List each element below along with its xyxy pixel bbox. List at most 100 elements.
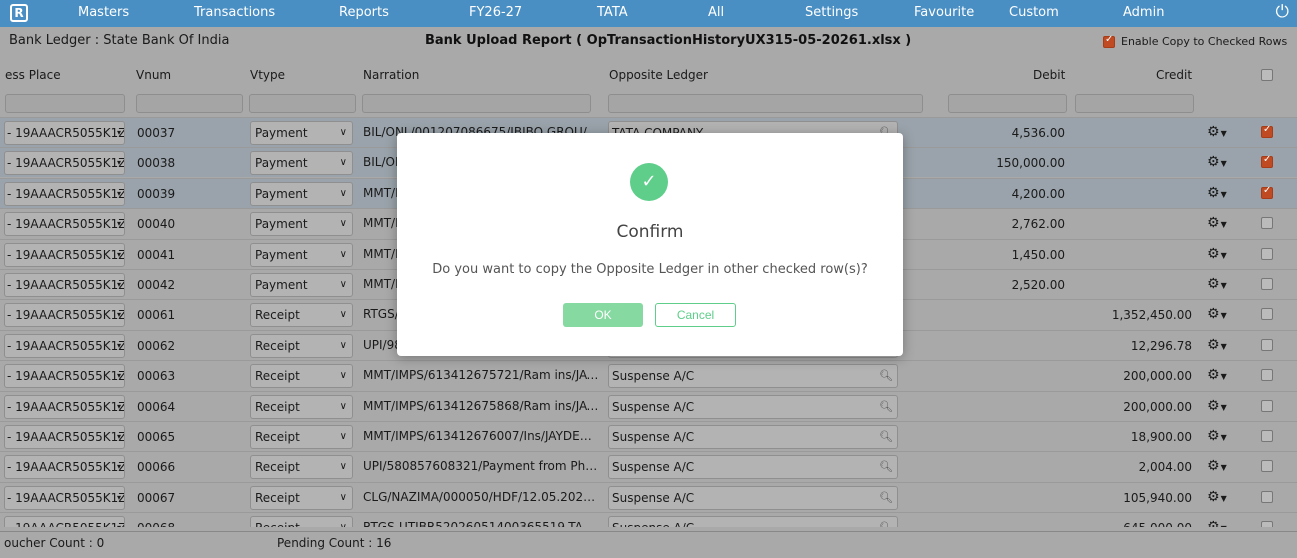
opposite-ledger-field[interactable]: Suspense A/C 🔍︎ (608, 425, 898, 449)
table-row[interactable]: - 19AAACR5055K1Z ▾ 00067 Receipt ∨ CLG/NAZIMA… (0, 481, 1297, 512)
nav-company[interactable]: TATA (597, 5, 628, 20)
nav-favourite[interactable]: Favourite (914, 5, 974, 20)
vtype-select[interactable]: Receipt ∨ (250, 333, 353, 358)
business-place-field[interactable]: - 19AAACR5055K1Z▾ (4, 303, 125, 328)
row-checkbox[interactable] (1261, 308, 1273, 321)
filter-business-place[interactable] (5, 94, 125, 113)
filter-vtype[interactable] (249, 94, 356, 113)
row-checkbox[interactable] (1261, 369, 1273, 382)
gear-icon[interactable]: ⚙▼ (1207, 246, 1227, 262)
enable-copy-checkbox[interactable] (1103, 34, 1115, 48)
business-place-field[interactable]: - 19AAACR5055K1Z▾ (4, 425, 125, 449)
opposite-ledger-field[interactable]: Suspense A/C 🔍︎ (608, 485, 898, 510)
gear-icon[interactable]: ⚙▼ (1207, 367, 1227, 383)
business-place-field[interactable]: - 19AAACR5055K1Z▾ (4, 455, 125, 480)
business-place-field[interactable]: - 19AAACR5055K1Z▾ (4, 273, 125, 297)
opposite-ledger-field[interactable]: Suspense A/C 🔍︎ (608, 394, 898, 419)
gear-icon[interactable]: ⚙▼ (1207, 489, 1227, 505)
enable-copy-toggle[interactable]: Enable Copy to Checked Rows (1103, 34, 1287, 48)
nav-reports[interactable]: Reports (339, 5, 389, 20)
nav-all[interactable]: All (708, 5, 724, 20)
row-checkbox[interactable] (1261, 399, 1273, 412)
filter-debit[interactable] (948, 94, 1067, 113)
nav-fy[interactable]: FY26-27 (469, 5, 522, 20)
row-checkbox[interactable] (1261, 124, 1273, 138)
business-place-field[interactable]: - 19AAACR5055K1Z▾ (4, 121, 125, 145)
vtype-select[interactable]: Receipt ∨ (250, 303, 353, 328)
gear-icon[interactable]: ⚙▼ (1207, 185, 1227, 201)
vtype-select[interactable]: Receipt ∨ (250, 455, 353, 480)
vtype-select[interactable]: Receipt ∨ (250, 485, 353, 510)
nav-custom[interactable]: Custom (1009, 5, 1059, 20)
nav-transactions[interactable]: Transactions (194, 5, 275, 20)
filter-narration[interactable] (362, 94, 591, 113)
vtype-select[interactable]: Payment ∨ (250, 212, 353, 237)
row-checkbox[interactable] (1261, 217, 1273, 230)
row-checkbox[interactable] (1261, 430, 1273, 442)
gear-icon[interactable]: ⚙▼ (1207, 337, 1227, 353)
table-row[interactable]: - 19AAACR5055K1Z ▾ 00066 Receipt ∨ UPI/580857… (0, 451, 1297, 482)
opposite-ledger-field[interactable]: Suspense A/C 🔍︎ (608, 364, 898, 389)
opposite-ledger-field[interactable]: Suspense A/C 🔍︎ (608, 455, 898, 480)
gear-icon[interactable]: ⚙▼ (1207, 428, 1227, 444)
vtype-select[interactable]: Receipt ∨ (250, 394, 353, 419)
business-place-field[interactable]: - 19AAACR5055K1Z▾ (4, 242, 125, 267)
business-place-field[interactable]: - 19AAACR5055K1Z▾ (4, 364, 125, 389)
search-icon[interactable]: 🔍︎ (879, 456, 893, 478)
cancel-button[interactable]: Cancel (655, 303, 736, 327)
nav-admin[interactable]: Admin (1123, 5, 1164, 20)
row-checkbox[interactable] (1261, 154, 1273, 169)
vtype-select[interactable]: Payment ∨ (250, 121, 353, 145)
business-place-field[interactable]: - 19AAACR5055K1Z▾ (4, 394, 125, 419)
gear-icon[interactable]: ⚙▼ (1207, 215, 1227, 231)
ok-button[interactable]: OK (563, 303, 643, 327)
row-checkbox[interactable] (1261, 185, 1273, 199)
power-icon[interactable]: ⏻ (1276, 2, 1289, 22)
business-place-field[interactable]: - 19AAACR5055K1Z▾ (4, 181, 125, 206)
table-row[interactable]: - 19AAACR5055K1Z ▾ 00063 Receipt ∨ MMT/IMPS/6… (0, 360, 1297, 391)
business-place-field[interactable]: - 19AAACR5055K1Z▾ (4, 151, 125, 176)
search-icon[interactable]: 🔍︎ (879, 396, 893, 418)
business-place-field[interactable]: - 19AAACR5055K1Z▾ (4, 333, 125, 358)
row-checkbox[interactable] (1261, 490, 1273, 503)
vtype-select[interactable]: Receipt ∨ (250, 516, 353, 527)
gear-icon[interactable]: ⚙▼ (1207, 458, 1227, 474)
row-checkbox[interactable] (1261, 247, 1273, 260)
row-checkbox[interactable] (1261, 460, 1273, 473)
vtype-select[interactable]: Payment ∨ (250, 151, 353, 176)
opposite-ledger-field[interactable]: Suspense A/C 🔍︎ (608, 516, 898, 527)
table-row[interactable]: - 19AAACR5055K1Z ▾ 00064 Receipt ∨ MMT/IMPS/6… (0, 390, 1297, 421)
select-all-checkbox[interactable] (1261, 69, 1273, 81)
gear-icon[interactable]: ⚙▼ (1207, 306, 1227, 322)
table-row[interactable]: - 19AAACR5055K1Z ▾ 00065 Receipt ∨ MMT/IMPS/6… (0, 421, 1297, 451)
business-place-field[interactable]: - 19AAACR5055K1Z▾ (4, 212, 125, 237)
vtype-value: Payment (255, 247, 308, 262)
filter-vnum[interactable] (136, 94, 243, 113)
row-checkbox[interactable] (1261, 521, 1273, 527)
nav-settings[interactable]: Settings (805, 5, 858, 20)
row-checkbox[interactable] (1261, 278, 1273, 290)
search-icon[interactable]: 🔍︎ (879, 426, 893, 448)
vnum-cell: 00061 (137, 308, 176, 323)
vtype-select[interactable]: Payment ∨ (250, 181, 353, 206)
vtype-select[interactable]: Payment ∨ (250, 242, 353, 267)
filter-credit[interactable] (1075, 94, 1194, 113)
app-logo[interactable]: R (10, 4, 28, 22)
search-icon[interactable]: 🔍︎ (879, 517, 893, 527)
search-icon[interactable]: 🔍︎ (879, 365, 893, 387)
gear-icon[interactable]: ⚙▼ (1207, 124, 1227, 140)
search-icon[interactable]: 🔍︎ (879, 487, 893, 509)
gear-icon[interactable]: ⚙▼ (1207, 398, 1227, 414)
gear-icon[interactable]: ⚙▼ (1207, 519, 1227, 527)
gear-icon[interactable]: ⚙▼ (1207, 276, 1227, 292)
vtype-select[interactable]: Payment ∨ (250, 273, 353, 297)
business-place-field[interactable]: - 19AAACR5055K1Z▾ (4, 485, 125, 510)
filter-opposite-ledger[interactable] (608, 94, 923, 113)
business-place-field[interactable]: - 19AAACR5055K1Z▾ (4, 516, 125, 527)
nav-masters[interactable]: Masters (78, 5, 129, 20)
table-row[interactable]: - 19AAACR5055K1Z▾ 00068 Receipt ∨ RTGS-UTIBR… (0, 512, 1297, 527)
vtype-select[interactable]: Receipt ∨ (250, 425, 353, 449)
vtype-select[interactable]: Receipt ∨ (250, 364, 353, 389)
row-checkbox[interactable] (1261, 338, 1273, 351)
gear-icon[interactable]: ⚙▼ (1207, 154, 1227, 170)
